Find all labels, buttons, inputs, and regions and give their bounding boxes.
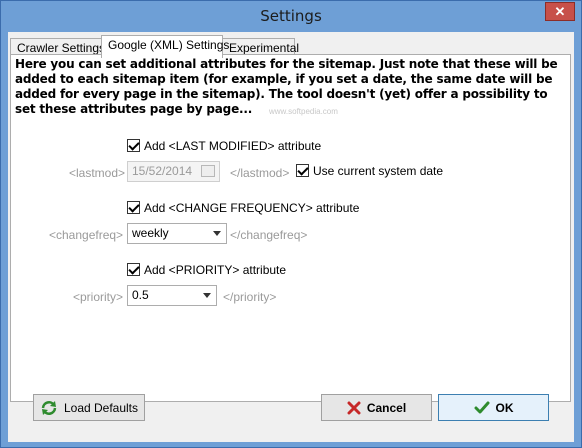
priority-checkbox-box[interactable]	[127, 263, 140, 276]
lastmod-checkbox[interactable]: Add <LAST MODIFIED> attribute	[127, 139, 321, 153]
dialog-client-area: Crawler Settings Google (XML) Settings E…	[8, 32, 574, 442]
load-defaults-button[interactable]: Load Defaults	[33, 394, 145, 421]
title-bar: Settings ✕	[1, 1, 581, 32]
lastmod-date-value: 15/52/2014	[132, 164, 193, 178]
watermark: www.softpedia.com	[269, 107, 338, 116]
priority-select[interactable]: 0.5	[127, 285, 217, 306]
use-current-date-label: Use current system date	[313, 164, 444, 178]
load-defaults-label: Load Defaults	[63, 400, 139, 415]
cancel-label: Cancel	[366, 400, 407, 415]
google-xml-settings-panel: Here you can set additional attributes f…	[10, 54, 571, 402]
chevron-down-icon	[203, 293, 211, 298]
ok-button[interactable]: OK	[438, 394, 549, 421]
changefreq-open-tag: <changefreq>	[49, 228, 124, 242]
calendar-icon	[201, 165, 215, 177]
green-check-icon	[474, 401, 490, 415]
close-icon: ✕	[554, 4, 566, 19]
priority-checkbox-label: Add <PRIORITY> attribute	[144, 263, 287, 277]
lastmod-date-picker: 15/52/2014	[127, 161, 220, 182]
chevron-down-icon	[213, 231, 221, 236]
close-button[interactable]: ✕	[545, 2, 575, 21]
lastmod-open-tag: <lastmod>	[69, 166, 126, 180]
priority-selected-value: 0.5	[132, 288, 149, 302]
refresh-icon	[40, 400, 58, 416]
changefreq-checkbox[interactable]: Add <CHANGE FREQUENCY> attribute	[127, 201, 359, 215]
cancel-button[interactable]: Cancel	[321, 394, 432, 421]
tab-google-xml-settings[interactable]: Google (XML) Settings	[101, 35, 229, 58]
lastmod-checkbox-box[interactable]	[127, 139, 140, 152]
changefreq-checkbox-box[interactable]	[127, 201, 140, 214]
changefreq-checkbox-label: Add <CHANGE FREQUENCY> attribute	[144, 201, 360, 215]
settings-window: Settings ✕ Crawler Settings Google (XML)…	[0, 0, 582, 448]
use-current-date-checkbox-box[interactable]	[296, 164, 309, 177]
priority-open-tag: <priority>	[73, 290, 124, 304]
use-current-date-checkbox[interactable]: Use current system date	[296, 164, 443, 178]
priority-close-tag: </priority>	[223, 290, 277, 304]
changefreq-selected-value: weekly	[132, 226, 169, 240]
lastmod-checkbox-label: Add <LAST MODIFIED> attribute	[144, 139, 322, 153]
ok-label: OK	[495, 400, 514, 415]
changefreq-select[interactable]: weekly	[127, 223, 227, 244]
red-x-icon	[347, 401, 361, 415]
lastmod-close-tag: </lastmod>	[230, 166, 290, 180]
priority-checkbox[interactable]: Add <PRIORITY> attribute	[127, 263, 286, 277]
changefreq-close-tag: </changefreq>	[230, 228, 308, 242]
window-title: Settings	[260, 7, 322, 25]
